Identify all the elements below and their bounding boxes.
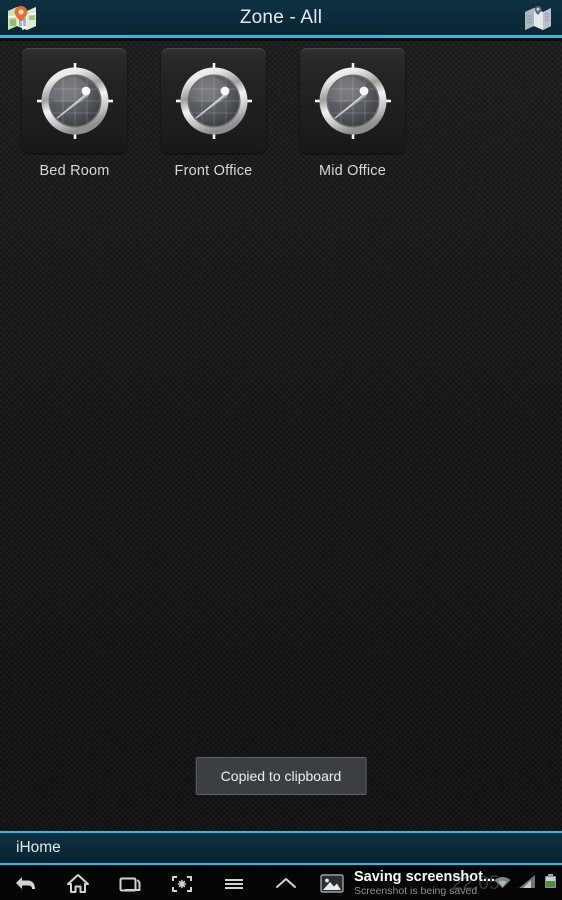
ihome-bar[interactable]: iHome xyxy=(0,831,562,865)
app-root: Zone - All Bed Room Front Office Mid Off… xyxy=(0,0,562,900)
radar-sensor-icon xyxy=(175,62,252,139)
device-tile[interactable] xyxy=(300,48,405,153)
image-icon xyxy=(320,873,344,894)
menu-icon[interactable] xyxy=(208,867,260,900)
recents-icon[interactable] xyxy=(104,867,156,900)
radar-sensor-icon xyxy=(314,62,391,139)
map-pin-icon[interactable] xyxy=(7,5,37,31)
back-icon[interactable] xyxy=(0,867,52,900)
folded-map-icon[interactable] xyxy=(523,5,553,31)
notification-ticker[interactable]: Saving screenshot... Screenshot is being… xyxy=(312,867,562,900)
screenshot-icon[interactable] xyxy=(156,867,208,900)
toast-message: Copied to clipboard xyxy=(195,757,367,795)
device-item[interactable]: Bed Room xyxy=(22,48,127,179)
ihome-label: iHome xyxy=(16,839,61,856)
device-label: Bed Room xyxy=(39,163,110,179)
main-content: Bed Room Front Office Mid Office Copied … xyxy=(0,41,562,831)
device-label: Front Office xyxy=(174,163,253,179)
title-bar: Zone - All xyxy=(0,0,562,38)
device-item[interactable]: Mid Office xyxy=(300,48,405,179)
chevron-up-icon[interactable] xyxy=(260,867,312,900)
device-label: Mid Office xyxy=(318,163,386,179)
device-tile[interactable] xyxy=(161,48,266,153)
page-title: Zone - All xyxy=(239,6,323,28)
device-grid: Bed Room Front Office Mid Office xyxy=(22,48,405,179)
device-item[interactable]: Front Office xyxy=(161,48,266,179)
status-clock: 22:05 xyxy=(452,872,500,894)
device-tile[interactable] xyxy=(22,48,127,153)
radar-sensor-icon xyxy=(36,62,113,139)
home-icon[interactable] xyxy=(52,867,104,900)
